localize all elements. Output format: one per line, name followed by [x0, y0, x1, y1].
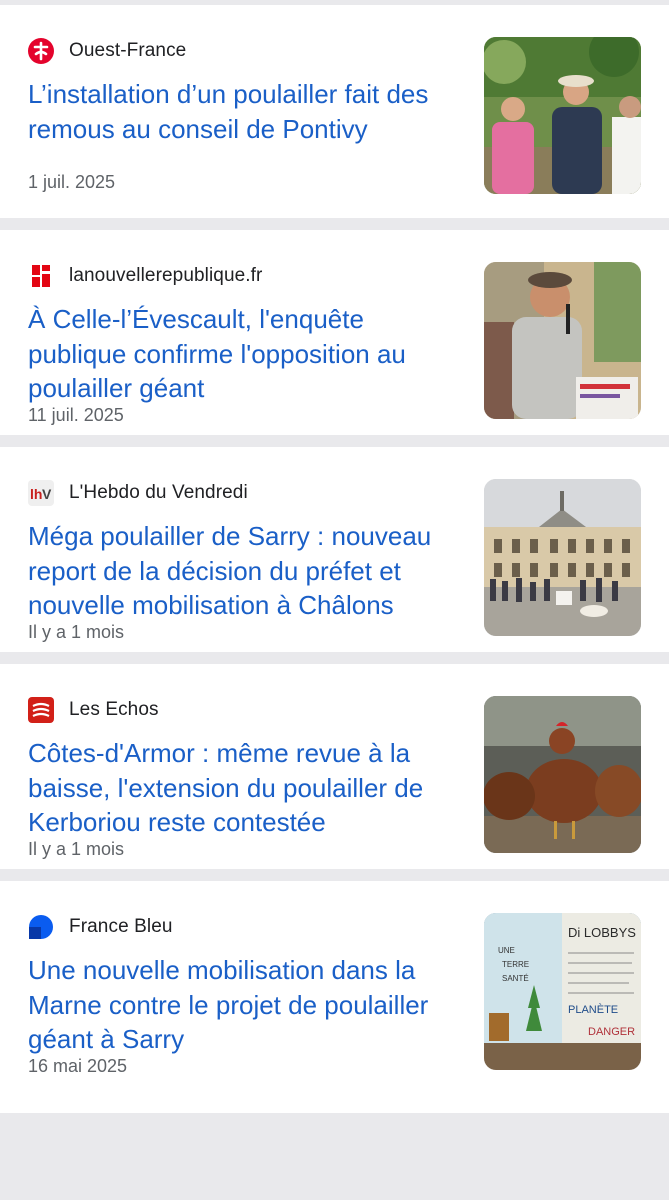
article-date: Il y a 1 mois [28, 839, 125, 859]
article-title-link[interactable]: Méga poulailler de Sarry : nouveau repor… [28, 519, 460, 623]
ouest-france-logo-icon [28, 38, 54, 64]
article-date: 11 juil. 2025 [28, 405, 124, 425]
article-date: Il y a 1 mois [28, 622, 125, 642]
banner-text: UNE [498, 946, 515, 955]
banner-text: SANTÉ [502, 974, 529, 983]
source-name: lanouvellerepublique.fr [69, 265, 263, 286]
banner-text: TERRE [502, 960, 529, 969]
article-date: 16 mai 2025 [28, 1056, 128, 1076]
source-name: Les Echos [69, 699, 159, 720]
protest-banner-photo[interactable]: Di LOBBYS UNE TERRE SANTÉ PLANÈTE DANGER [484, 913, 641, 1070]
article-date: 1 juil. 2025 [28, 172, 116, 192]
news-card[interactable]: Les Echos Côtes-d'Armor : même revue à l… [0, 664, 669, 869]
svg-text:lh: lh [30, 486, 42, 502]
banner-text: Di LOBBYS [568, 925, 636, 940]
source-row: Ouest-France [28, 37, 186, 65]
prefecture-building-photo[interactable] [484, 479, 641, 636]
hens-photo[interactable] [484, 696, 641, 853]
article-title-link[interactable]: Une nouvelle mobilisation dans la Marne … [28, 953, 460, 1057]
banner-text: PLANÈTE [568, 1003, 618, 1016]
news-card[interactable]: lh V L'Hebdo du Vendredi Méga poulailler … [0, 447, 669, 652]
source-name: L'Hebdo du Vendredi [69, 482, 248, 503]
source-row: lanouvellerepublique.fr [28, 262, 263, 290]
article-title-link[interactable]: Côtes-d'Armor : même revue à la baisse, … [28, 736, 460, 840]
news-card[interactable]: lanouvellerepublique.fr À Celle-l’Évesca… [0, 230, 669, 435]
france-bleu-logo-icon [28, 914, 54, 940]
source-row: France Bleu [28, 913, 173, 941]
source-row: Les Echos [28, 696, 159, 724]
les-echos-logo-icon [28, 697, 54, 723]
banner-text: DANGER [588, 1026, 635, 1038]
news-card[interactable]: France Bleu Une nouvelle mobilisation da… [0, 881, 669, 1113]
hebdo-du-vendredi-logo-icon: lh V [28, 480, 54, 506]
article-title-link[interactable]: À Celle-l’Évescault, l'enquête publique … [28, 302, 460, 406]
source-row: lh V L'Hebdo du Vendredi [28, 479, 248, 507]
source-name: France Bleu [69, 916, 173, 937]
news-card[interactable]: Ouest-France L’installation d’un poulail… [0, 5, 669, 218]
nouvelle-republique-logo-icon [28, 263, 54, 289]
source-name: Ouest-France [69, 40, 187, 61]
people-outdoor-photo[interactable] [484, 37, 641, 194]
svg-text:V: V [42, 486, 52, 502]
article-title-link[interactable]: L’installation d’un poulailler fait des … [28, 77, 460, 146]
man-with-microphone-photo[interactable] [484, 262, 641, 419]
